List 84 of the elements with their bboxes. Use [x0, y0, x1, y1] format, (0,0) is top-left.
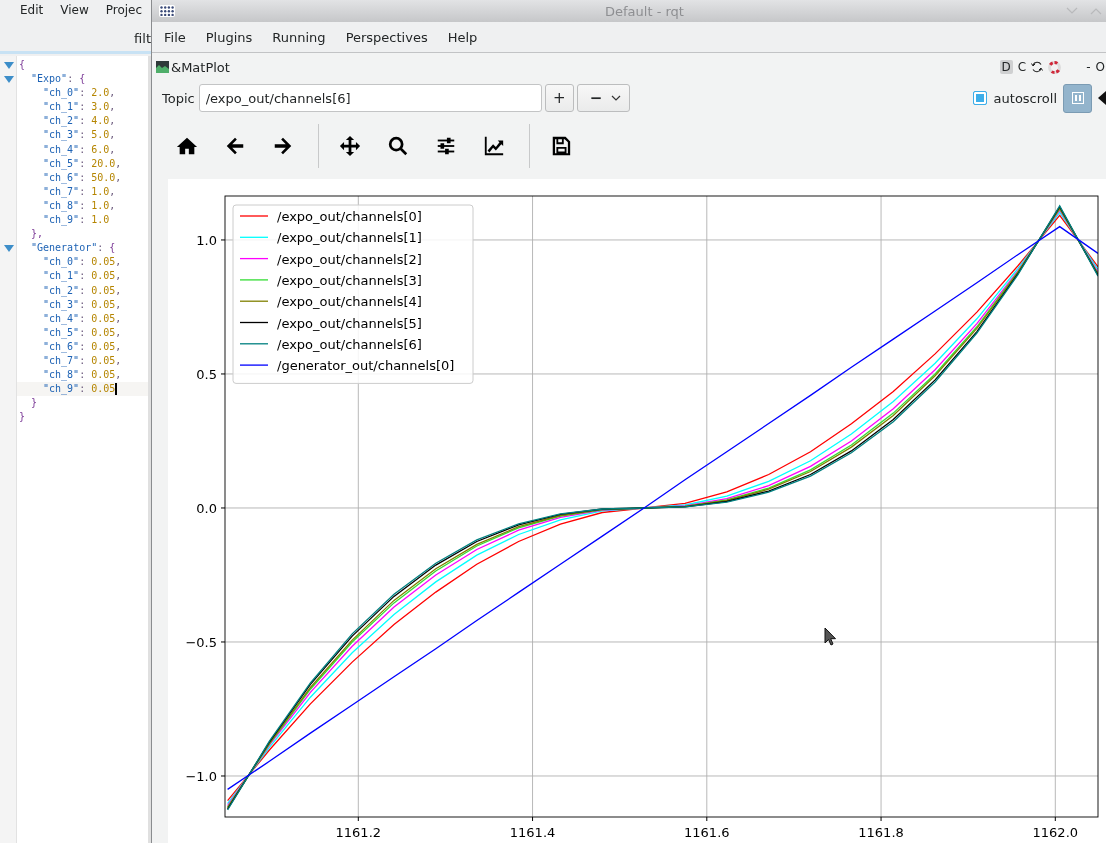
plot-icon — [156, 61, 169, 73]
code-line: "ch_9": 1.0 — [42, 213, 111, 228]
code-line: } — [18, 410, 27, 425]
y-tick-label: 1.0 — [196, 232, 217, 248]
filter-label: filt — [134, 30, 151, 46]
code-line: "ch_8": 1.0, — [42, 198, 117, 214]
code-line: "ch_7": 1.0, — [42, 184, 117, 199]
legend-label: /expo_out/channels[5] — [277, 315, 422, 331]
code-line: "ch_5": 20.0, — [42, 156, 123, 171]
menu-item[interactable]: File — [155, 29, 195, 45]
code-line: "ch_1": 3.0, — [42, 100, 117, 115]
menu-item[interactable]: Projec — [105, 3, 143, 23]
legend-label: /expo_out/channels[6] — [277, 336, 422, 352]
code-line: "ch_0": 0.05, — [42, 255, 123, 270]
legend-label: /generator_out/channels[0] — [277, 358, 455, 374]
move-icon[interactable] — [339, 135, 361, 157]
code-line: "ch_7": 0.05, — [42, 353, 123, 369]
code-line: "ch_2": 4.0, — [42, 114, 117, 129]
lifebuoy-icon[interactable] — [1048, 60, 1062, 74]
home-icon[interactable] — [176, 135, 198, 157]
caret-icon — [610, 95, 621, 101]
legend-label: /expo_out/channels[3] — [277, 272, 422, 288]
code-line: "ch_4": 0.05, — [42, 311, 123, 326]
menu-item[interactable]: View — [60, 3, 89, 23]
code-line: "ch_4": 6.0, — [42, 142, 117, 157]
checkbox[interactable] — [972, 91, 987, 105]
menu-item[interactable]: Running — [263, 29, 335, 45]
app-grid-icon[interactable] — [159, 5, 175, 17]
code-line: { — [18, 58, 27, 72]
topic-field[interactable]: /expo_out/channels[6] — [198, 84, 542, 112]
code-line: "ch_2": 0.05, — [42, 283, 123, 298]
code-line: "ch_5": 0.05, — [42, 325, 123, 340]
line-chart-icon[interactable] — [483, 135, 505, 157]
menu-item[interactable]: Help — [438, 29, 487, 45]
menu-item[interactable]: Edit — [20, 3, 44, 23]
reload-icon[interactable] — [1031, 61, 1044, 73]
code-line: "ch_1": 0.05, — [42, 269, 123, 284]
menu-item[interactable]: Plugins — [196, 29, 262, 45]
x-tick-label: 1162.0 — [1032, 825, 1079, 840]
zoom-icon[interactable] — [387, 135, 409, 157]
code-line: "ch_8": 0.05, — [42, 368, 123, 383]
legend-label: /expo_out/channels[0] — [277, 209, 422, 224]
code-line: "Expo": { — [30, 72, 87, 87]
window-title: Default - rqt — [605, 3, 684, 19]
code-line: "ch_6": 0.05, — [42, 339, 123, 354]
topic-label: Topic — [162, 90, 195, 106]
mouse-pointer-icon — [824, 627, 837, 646]
plugin-title: &MatPlot — [171, 59, 230, 75]
dock-button[interactable]: D — [999, 60, 1013, 74]
header-button[interactable]: C — [1017, 60, 1027, 74]
back-arrow-icon[interactable] — [224, 135, 246, 157]
save-icon[interactable] — [550, 135, 572, 157]
fold-toggle-icon[interactable] — [3, 75, 14, 83]
code-line: }, — [30, 227, 45, 242]
code-line: "ch_0": 2.0, — [42, 86, 117, 101]
y-tick-label: 0.5 — [196, 366, 217, 382]
sliders-icon[interactable] — [435, 135, 457, 157]
y-tick-label: 0.0 — [196, 500, 217, 516]
triangle-icon[interactable] — [1098, 91, 1106, 105]
x-tick-label: 1161.2 — [335, 825, 382, 840]
legend-label: /expo_out/channels[4] — [277, 294, 422, 310]
code-line: "Generator": { — [30, 241, 117, 256]
fold-toggle-icon[interactable] — [3, 244, 14, 252]
x-tick-label: 1161.8 — [858, 825, 904, 840]
remove-button[interactable]: − — [576, 84, 630, 112]
code-line: "ch_6": 50.0, — [42, 170, 123, 185]
header-button[interactable]: - — [1086, 60, 1091, 74]
fold-toggle-icon[interactable] — [3, 61, 14, 69]
code-line: } — [30, 396, 39, 411]
x-tick-label: 1161.4 — [509, 825, 556, 840]
code-line: "ch_3": 5.0, — [42, 128, 117, 143]
menu-item[interactable]: Perspectives — [336, 29, 437, 45]
pause-button[interactable] — [1063, 83, 1092, 113]
code-line: "ch_3": 0.05, — [42, 297, 123, 312]
pause-icon — [1071, 92, 1084, 104]
forward-arrow-icon[interactable] — [272, 135, 294, 157]
header-button[interactable]: O — [1095, 60, 1105, 74]
x-tick-label: 1161.6 — [684, 825, 730, 840]
add-button[interactable]: + — [544, 84, 574, 112]
y-tick-label: −0.5 — [185, 635, 217, 650]
y-tick-label: −1.0 — [185, 769, 217, 784]
legend-label: /expo_out/channels[2] — [277, 251, 422, 267]
checkbox-label: autoscroll — [993, 90, 1057, 106]
legend-label: /expo_out/channels[1] — [277, 230, 422, 246]
